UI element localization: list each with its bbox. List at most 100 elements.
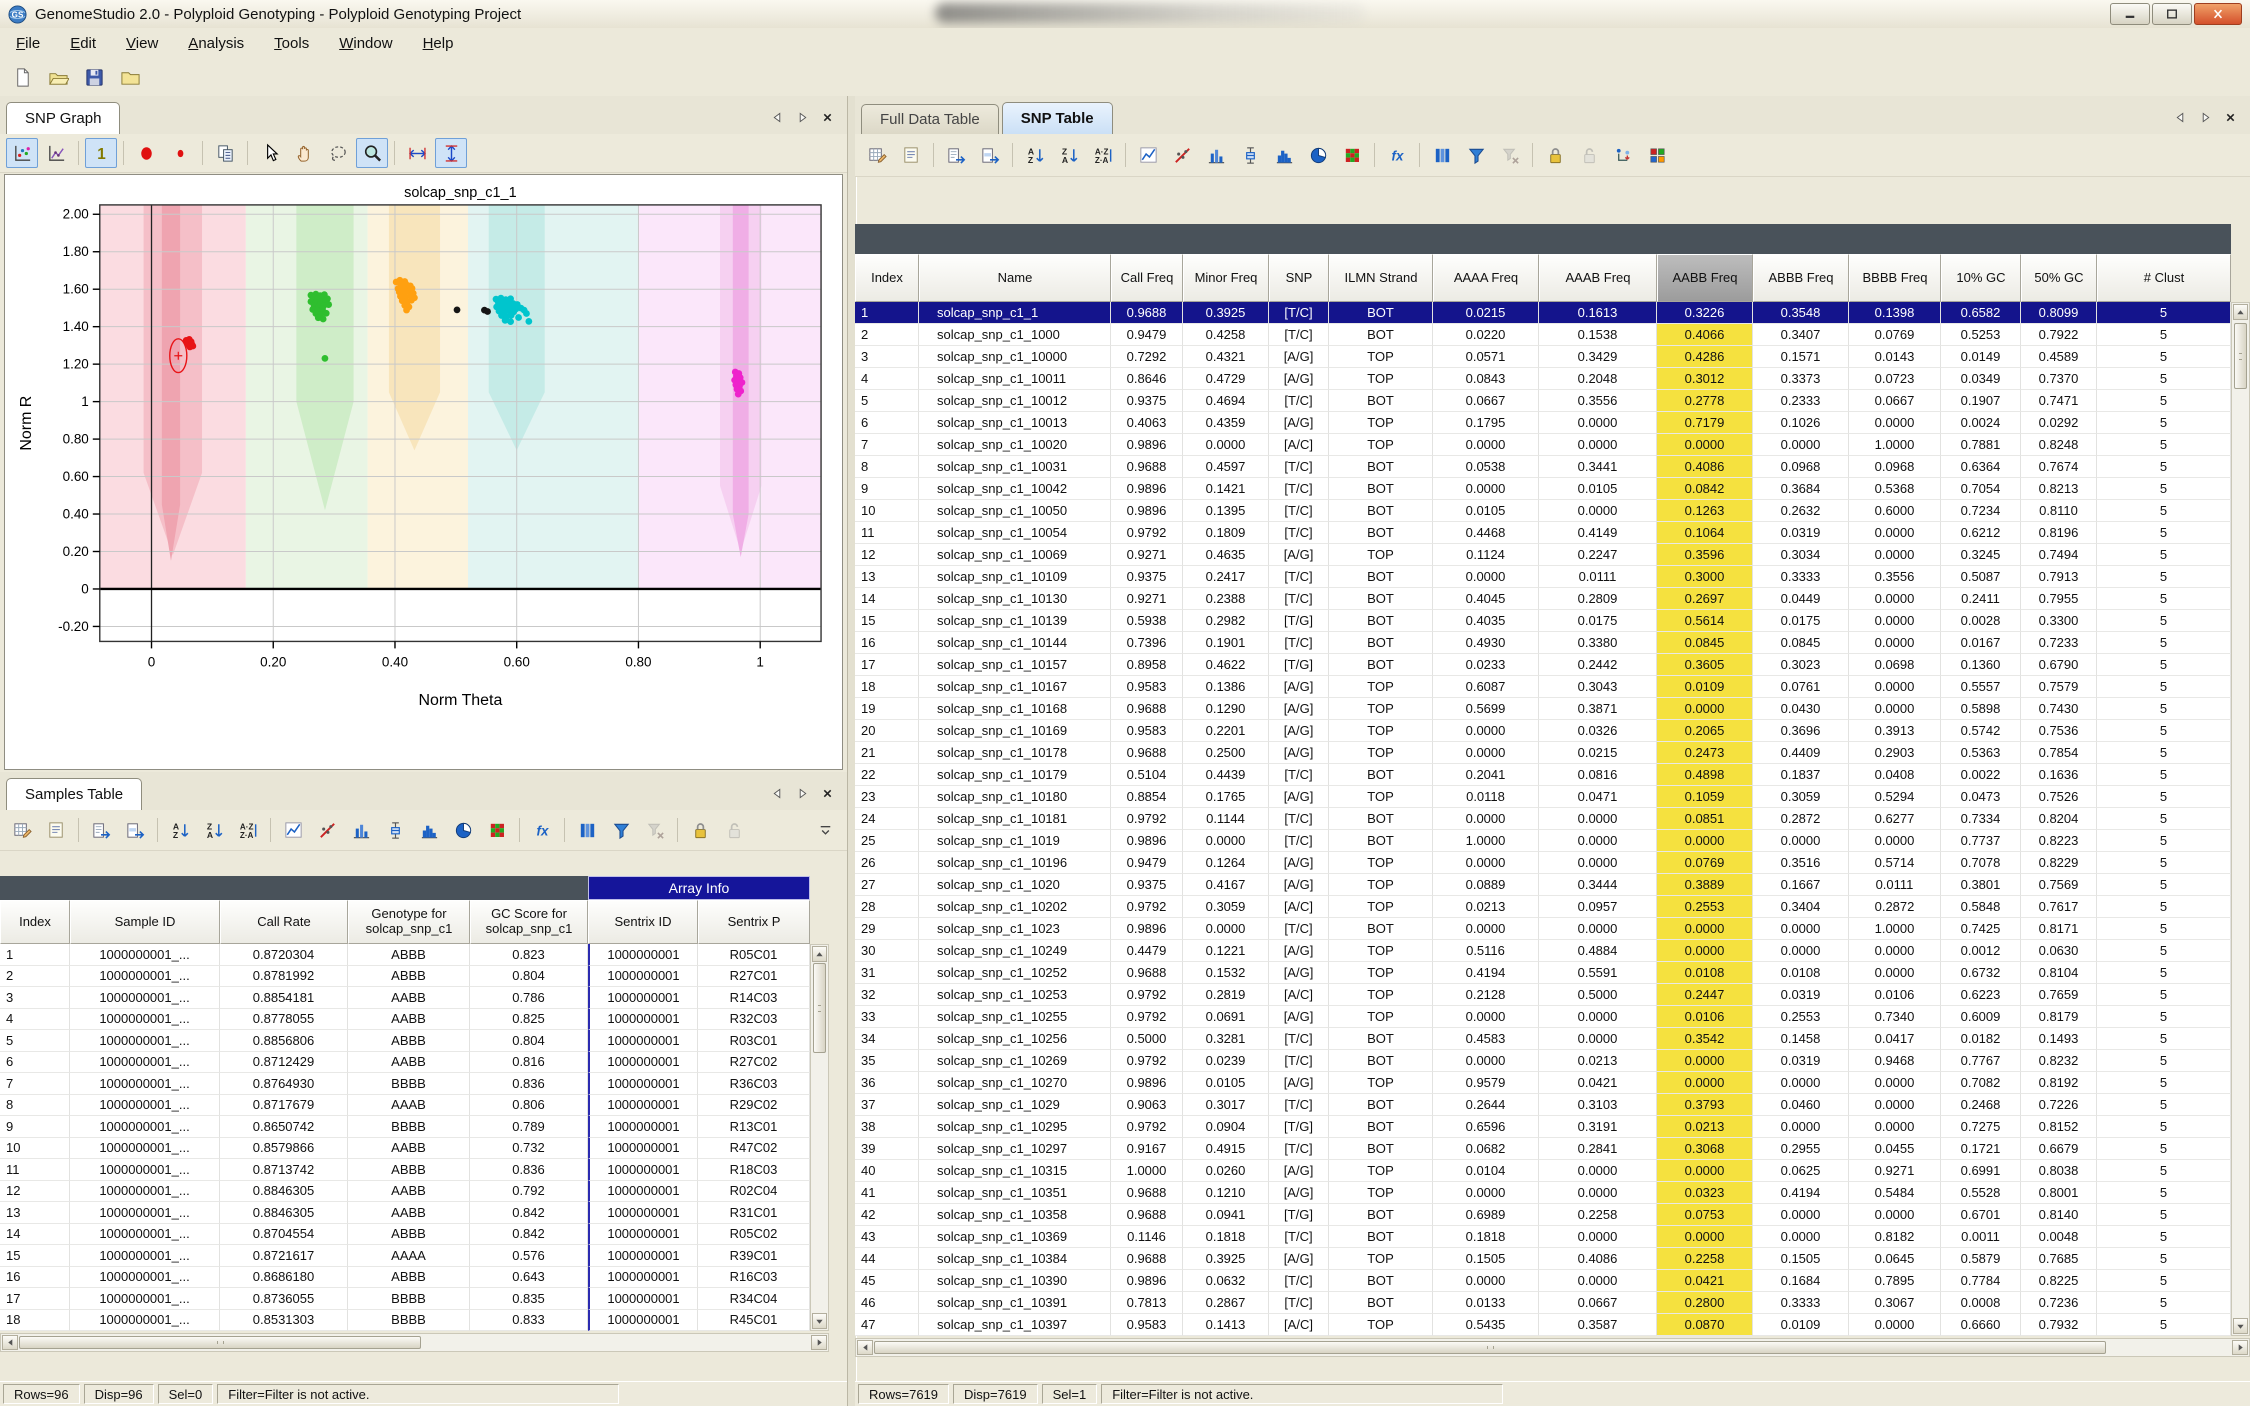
table-cell[interactable]: 0.0111: [1849, 874, 1941, 896]
table-cell[interactable]: BOT: [1329, 1204, 1433, 1226]
table-cell[interactable]: solcap_snp_c1_1020: [919, 874, 1111, 896]
table-cell[interactable]: 0.6009: [1941, 1006, 2021, 1028]
table-cell[interactable]: 0.9688: [1111, 1182, 1183, 1204]
table-cell[interactable]: 15: [0, 1245, 70, 1267]
table-cell[interactable]: 0.8856806: [220, 1030, 348, 1052]
export-table-icon[interactable]: [85, 815, 117, 845]
table-cell[interactable]: 0.0000: [1657, 1072, 1753, 1094]
table-cell[interactable]: 0.0011: [1941, 1226, 2021, 1248]
table-cell[interactable]: 8: [0, 1094, 70, 1116]
table-cell[interactable]: 0.1721: [1941, 1138, 2021, 1160]
menu-window[interactable]: Window: [339, 35, 392, 52]
close-panel-icon[interactable]: [819, 785, 835, 801]
table-cell[interactable]: 1000000001: [588, 1266, 698, 1288]
table-cell[interactable]: 0.4468: [1433, 522, 1539, 544]
table-cell[interactable]: 0.8104: [2021, 962, 2097, 984]
table-cell[interactable]: 0.8204: [2021, 808, 2097, 830]
close-panel-icon[interactable]: [2222, 109, 2238, 125]
table-cell[interactable]: solcap_snp_c1_10358: [919, 1204, 1111, 1226]
table-cell[interactable]: 1000000001_...: [70, 1030, 220, 1052]
snp-table-row[interactable]: 40 solcap_snp_c1_10315 1.0000 0.0260 [A/G] TO…: [855, 1160, 2231, 1182]
table-cell[interactable]: 1000000001: [588, 965, 698, 987]
table-cell[interactable]: 0.0326: [1539, 720, 1657, 742]
table-cell[interactable]: 0.0000: [1753, 434, 1849, 456]
minimize-button[interactable]: [2110, 3, 2150, 25]
table-cell[interactable]: 0.2417: [1183, 566, 1269, 588]
table-cell[interactable]: 0.6364: [1941, 456, 2021, 478]
table-cell[interactable]: R05C01: [698, 944, 810, 966]
table-cell[interactable]: [T/C]: [1269, 1270, 1329, 1292]
table-cell[interactable]: 17: [0, 1288, 70, 1310]
table-cell[interactable]: 1000000001: [588, 1137, 698, 1159]
table-cell[interactable]: 0.4694: [1183, 390, 1269, 412]
table-cell[interactable]: 0.0000: [1657, 940, 1753, 962]
table-cell[interactable]: 6: [0, 1051, 70, 1073]
samples-table-row[interactable]: 4 1000000001_... 0.8778055 AABB 0.825 1000000…: [0, 1008, 810, 1030]
table-cell[interactable]: R31C01: [698, 1202, 810, 1224]
table-cell[interactable]: 0.0000: [1433, 1270, 1539, 1292]
table-cell[interactable]: R05C02: [698, 1223, 810, 1245]
table-cell[interactable]: 38: [855, 1116, 919, 1138]
maximize-button[interactable]: [2152, 3, 2192, 25]
table-cell[interactable]: R29C02: [698, 1094, 810, 1116]
samples-table-row[interactable]: 8 1000000001_... 0.8717679 AAAB 0.806 1000000…: [0, 1094, 810, 1116]
table-cell[interactable]: 5: [2097, 1138, 2231, 1160]
table-cell[interactable]: 0.3441: [1539, 456, 1657, 478]
table-cell[interactable]: 0.6582: [1941, 302, 2021, 324]
table-cell[interactable]: [T/C]: [1269, 918, 1329, 940]
table-cell[interactable]: TOP: [1329, 874, 1433, 896]
table-cell[interactable]: 0.0213: [1433, 896, 1539, 918]
table-cell[interactable]: 0.9375: [1111, 566, 1183, 588]
table-cell[interactable]: 0.2473: [1657, 742, 1753, 764]
table-cell[interactable]: [T/C]: [1269, 1226, 1329, 1248]
table-cell[interactable]: 0.7881: [1941, 434, 2021, 456]
table-cell[interactable]: 0.4045: [1433, 588, 1539, 610]
table-cell[interactable]: solcap_snp_c1_10369: [919, 1226, 1111, 1248]
table-cell[interactable]: 5: [2097, 962, 2231, 984]
table-cell[interactable]: solcap_snp_c1_10270: [919, 1072, 1111, 1094]
table-cell[interactable]: 0.4258: [1183, 324, 1269, 346]
table-cell[interactable]: 14: [0, 1223, 70, 1245]
table-cell[interactable]: 0.5000: [1539, 984, 1657, 1006]
tab-scroll-right-button[interactable]: [794, 785, 810, 801]
table-cell[interactable]: 0.7617: [2021, 896, 2097, 918]
scroll-down-button[interactable]: [2233, 1318, 2248, 1334]
table-cell[interactable]: solcap_snp_c1_10020: [919, 434, 1111, 456]
table-cell[interactable]: 0.0460: [1753, 1094, 1849, 1116]
table-cell[interactable]: 0.0000: [1849, 830, 1941, 852]
table-cell[interactable]: 5: [2097, 764, 2231, 786]
table-cell[interactable]: 0.9375: [1111, 390, 1183, 412]
table-cell[interactable]: BOT: [1329, 1292, 1433, 1314]
table-cell[interactable]: 0.7471: [2021, 390, 2097, 412]
table-cell[interactable]: 0.4086: [1539, 1248, 1657, 1270]
table-cell[interactable]: 5: [2097, 566, 2231, 588]
table-cell[interactable]: 5: [2097, 1094, 2231, 1116]
table-cell[interactable]: 0.8171: [2021, 918, 2097, 940]
table-cell[interactable]: [T/C]: [1269, 1028, 1329, 1050]
snp-table-row[interactable]: 41 solcap_snp_c1_10351 0.9688 0.1210 [A/G] TO…: [855, 1182, 2231, 1204]
table-cell[interactable]: TOP: [1329, 346, 1433, 368]
table-cell[interactable]: 0.0000: [1849, 588, 1941, 610]
column-header[interactable]: # Clust: [2097, 254, 2231, 302]
table-cell[interactable]: 0.9479: [1111, 324, 1183, 346]
table-cell[interactable]: 1.0000: [1849, 434, 1941, 456]
table-cell[interactable]: TOP: [1329, 896, 1433, 918]
table-cell[interactable]: BOT: [1329, 1028, 1433, 1050]
table-cell[interactable]: BOT: [1329, 1138, 1433, 1160]
table-cell[interactable]: 0.0000: [1539, 1006, 1657, 1028]
table-cell[interactable]: 0.1064: [1657, 522, 1753, 544]
snp-graph-chart-area[interactable]: 2.00 1.80 1.60 1.40 1.20 1 0.80 0.60 0.40 0.20 0 -0…: [4, 174, 843, 770]
clear-filter-icon[interactable]: [639, 815, 671, 845]
table-cell[interactable]: 0.7685: [2021, 1248, 2097, 1270]
table-cell[interactable]: BOT: [1329, 654, 1433, 676]
table-cell[interactable]: solcap_snp_c1_10256: [919, 1028, 1111, 1050]
table-cell[interactable]: 0.9271: [1111, 544, 1183, 566]
snp-table-row[interactable]: 24 solcap_snp_c1_10181 0.9792 0.1144 [T/C] BO…: [855, 808, 2231, 830]
menu-edit[interactable]: Edit: [70, 35, 96, 52]
table-cell[interactable]: 0.5294: [1849, 786, 1941, 808]
table-cell[interactable]: 5: [2097, 1160, 2231, 1182]
table-cell[interactable]: 0.3556: [1849, 566, 1941, 588]
table-cell[interactable]: 1000000001: [588, 1159, 698, 1181]
edit-table-icon[interactable]: [6, 815, 38, 845]
table-cell[interactable]: [T/G]: [1269, 1116, 1329, 1138]
